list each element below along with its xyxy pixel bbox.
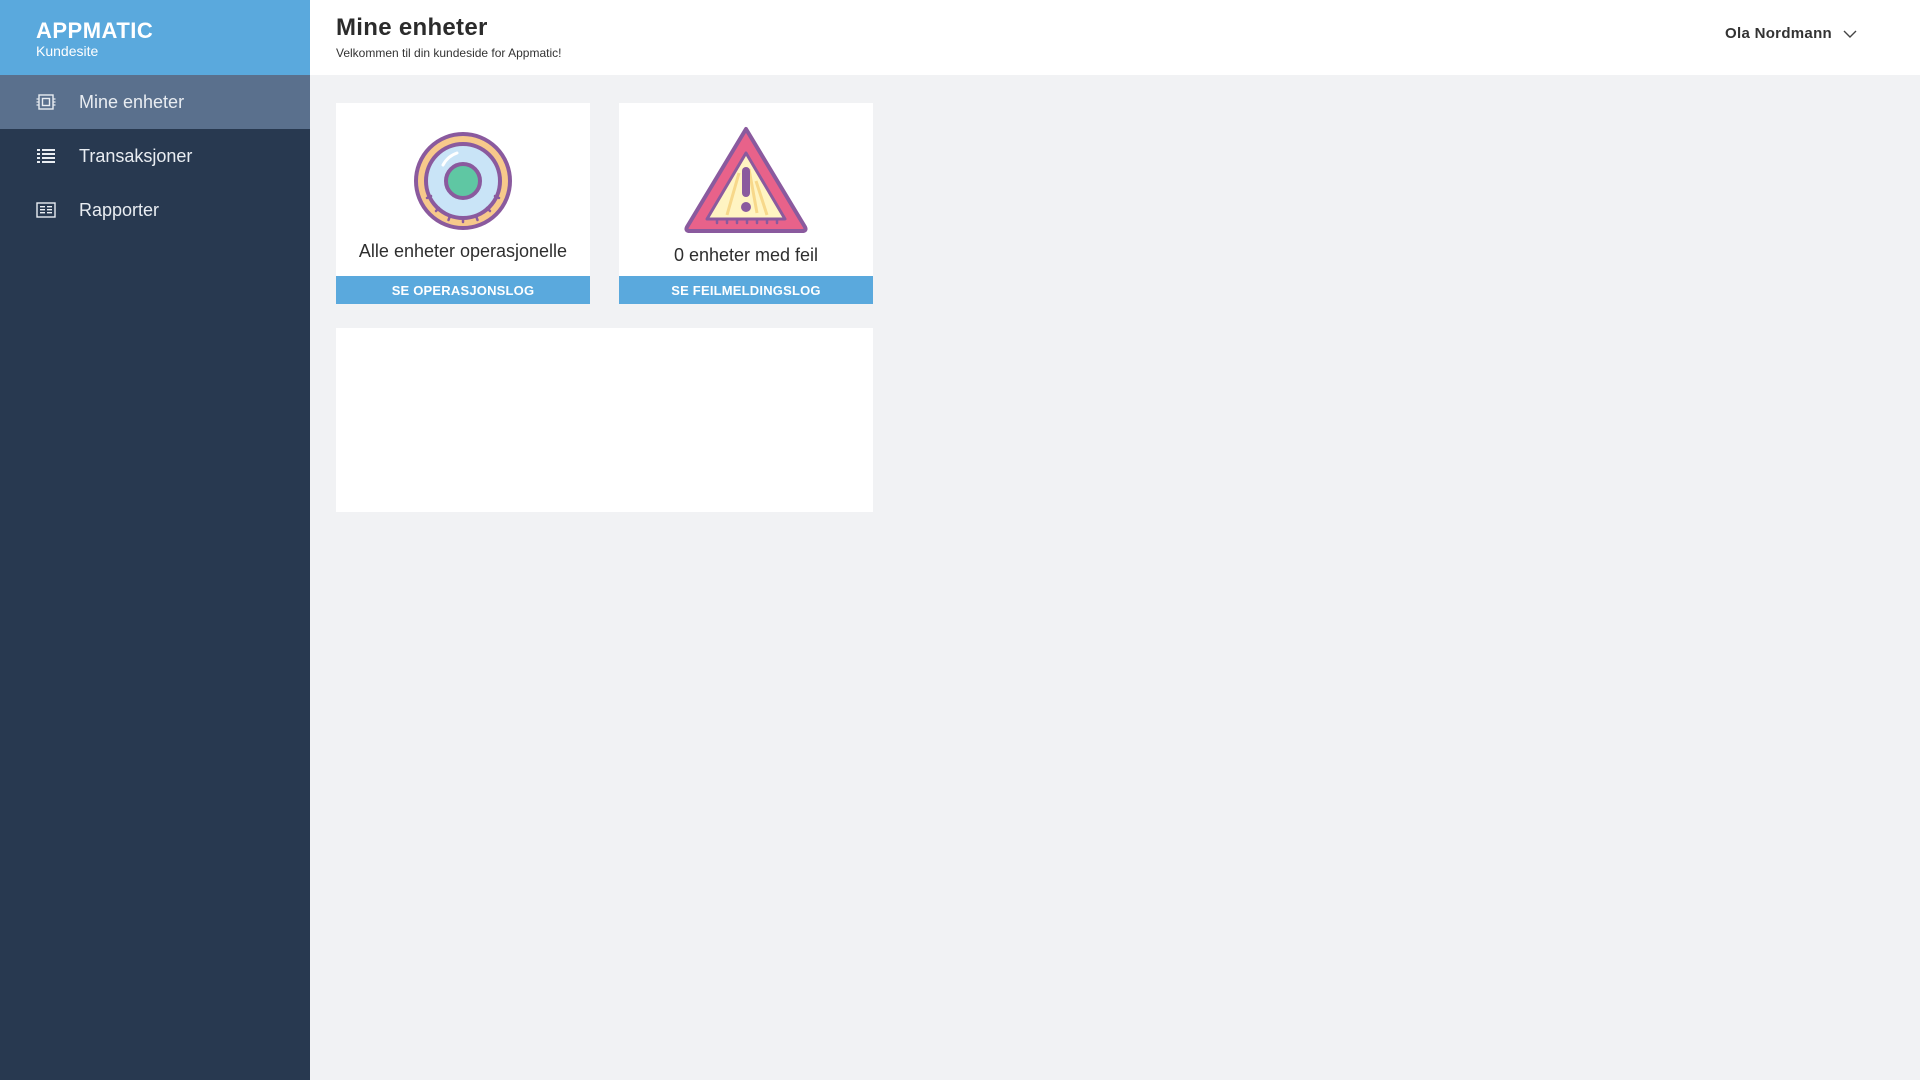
status-card-text: 0 enheter med feil bbox=[673, 245, 819, 265]
page-title: Mine enheter bbox=[336, 14, 488, 41]
status-ok-icon bbox=[336, 131, 590, 231]
sidebar-item-label: Transaksjoner bbox=[79, 145, 193, 166]
brand-subtitle: Kundesite bbox=[36, 43, 99, 59]
view-operations-log-button[interactable]: SE OPERASJONSLOG bbox=[336, 276, 590, 304]
empty-panel bbox=[336, 328, 873, 512]
top-bar: Mine enheter Velkommen til din kundeside… bbox=[310, 0, 1920, 75]
sidebar: APPMATIC Kundesite Mine enheter Transaks… bbox=[0, 0, 310, 1080]
chevron-down-icon bbox=[1843, 30, 1857, 38]
brand-title: APPMATIC bbox=[36, 18, 154, 43]
page-subtitle: Velkommen til din kundeside for Appmatic… bbox=[336, 46, 562, 60]
status-card-text: Alle enheter operasjonelle bbox=[358, 241, 568, 261]
user-name: Ola Nordmann bbox=[1725, 25, 1832, 42]
user-menu[interactable]: Ola Nordmann bbox=[1725, 25, 1858, 42]
status-card-errors: 0 enheter med feil SE FEILMELDINGSLOG bbox=[619, 103, 873, 304]
status-card-operational: Alle enheter operasjonelle SE OPERASJONS… bbox=[336, 103, 590, 304]
sidebar-item-rapporter[interactable]: Rapporter bbox=[0, 183, 310, 237]
view-error-log-button[interactable]: SE FEILMELDINGSLOG bbox=[619, 276, 873, 304]
app-root: APPMATIC Kundesite Mine enheter Transaks… bbox=[0, 0, 1920, 1080]
sidebar-item-label: Rapporter bbox=[79, 199, 160, 220]
warning-icon bbox=[619, 123, 873, 235]
sidebar-item-transaksjoner[interactable]: Transaksjoner bbox=[0, 129, 310, 183]
sidebar-item-mine-enheter[interactable]: Mine enheter bbox=[0, 75, 310, 129]
list-icon bbox=[36, 146, 56, 166]
sidebar-item-label: Mine enheter bbox=[79, 91, 185, 112]
main-content: Alle enheter operasjonelle SE OPERASJONS… bbox=[310, 75, 1920, 1080]
brand[interactable]: APPMATIC Kundesite bbox=[0, 0, 310, 75]
report-icon bbox=[36, 200, 56, 220]
chip-icon bbox=[36, 92, 56, 112]
